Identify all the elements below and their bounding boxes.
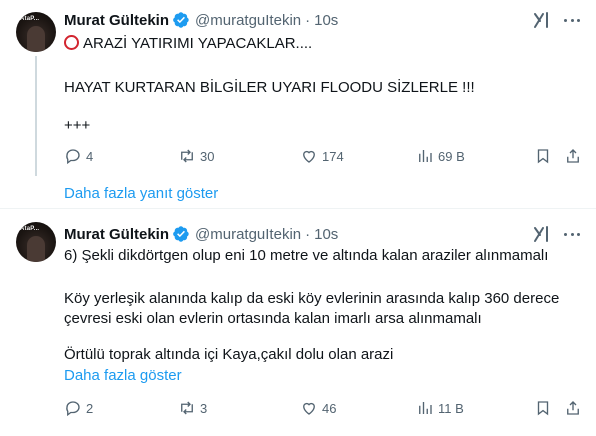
like-count: 46 — [322, 400, 337, 416]
reply-count: 4 — [86, 148, 94, 164]
repost-count: 3 — [200, 400, 208, 416]
avatar[interactable]: AtaP... — [16, 222, 56, 262]
author-handle[interactable]: @muratguItekin — [195, 226, 301, 243]
tweet-line-3: +++ — [64, 117, 91, 134]
share-icon — [567, 149, 579, 163]
red-circle-icon — [64, 35, 79, 50]
views-count: 11 B — [438, 400, 464, 416]
tweet[interactable]: AtaP... Murat Gültekin @muratguItekin · … — [0, 0, 596, 176]
tweet-line-1: ARAZİ YATIRIMI YAPACAKLAR.... — [64, 34, 580, 54]
tweet-line-4: Örtülü toprak altında içi Kaya,çakıl dol… — [64, 346, 394, 363]
tweet-header: Murat Gültekin @muratguItekin · 10s — [64, 224, 338, 244]
views-icon — [419, 402, 432, 414]
verified-badge-icon — [173, 226, 189, 242]
repost-icon — [181, 149, 193, 163]
views-button[interactable]: 69 B — [416, 146, 465, 166]
views-icon — [419, 150, 432, 162]
tweet[interactable]: AtaP... Murat Gültekin @muratguItekin · … — [0, 208, 596, 436]
bookmark-icon — [537, 401, 549, 416]
author-name[interactable]: Murat Gültekin — [64, 226, 169, 243]
reply-button[interactable]: 2 — [64, 398, 93, 418]
views-count: 69 B — [438, 148, 465, 164]
repost-count: 30 — [200, 148, 215, 164]
tweet-actions: 2 3 46 11 B — [60, 398, 586, 418]
avatar[interactable]: AtaP... — [16, 12, 56, 52]
reply-count: 2 — [86, 400, 94, 416]
tweet-header: Murat Gültekin @muratguItekin · 10s — [64, 10, 338, 30]
repost-button[interactable]: 30 — [178, 146, 214, 166]
like-button[interactable]: 174 — [300, 146, 344, 166]
show-more-link[interactable]: Daha fazla göster — [64, 367, 182, 384]
grok-icon[interactable] — [532, 10, 552, 30]
more-options-icon[interactable] — [562, 224, 582, 244]
tweet-line-1: 6) Şekli dikdörtgen olup eni 10 metre ve… — [64, 247, 549, 264]
bookmark-button[interactable] — [534, 398, 552, 418]
author-handle[interactable]: @muratguItekin — [195, 12, 301, 29]
like-button[interactable]: 46 — [300, 398, 336, 418]
show-more-replies-link[interactable]: Daha fazla yanıt göster — [64, 185, 218, 202]
share-icon — [567, 401, 579, 415]
share-button[interactable] — [564, 398, 582, 418]
views-button[interactable]: 11 B — [416, 398, 464, 418]
separator-dot: · — [305, 225, 311, 243]
tweet-actions: 4 30 174 69 B — [60, 146, 586, 166]
separator-dot: · — [305, 11, 311, 29]
repost-button[interactable]: 3 — [178, 398, 207, 418]
tweet-line-2: HAYAT KURTARAN BİLGİLER UYARI FLOODU SİZ… — [64, 79, 475, 96]
timestamp[interactable]: 10s — [314, 12, 338, 29]
avatar-tag: AtaP... — [20, 16, 40, 22]
share-button[interactable] — [564, 146, 582, 166]
reply-icon — [66, 149, 80, 165]
heart-icon — [303, 402, 315, 415]
verified-badge-icon — [173, 12, 189, 28]
repost-icon — [181, 401, 193, 415]
reply-icon — [66, 401, 80, 417]
reply-button[interactable]: 4 — [64, 146, 93, 166]
author-name[interactable]: Murat Gültekin — [64, 12, 169, 29]
grok-icon[interactable] — [532, 224, 552, 244]
tweet-line-3: çevresi eski olan evlerin ortasında kala… — [64, 310, 482, 327]
more-options-icon[interactable] — [562, 10, 582, 30]
avatar-tag: AtaP... — [20, 226, 40, 232]
timestamp[interactable]: 10s — [314, 226, 338, 243]
bookmark-icon — [537, 149, 549, 164]
like-count: 174 — [322, 148, 344, 164]
heart-icon — [303, 150, 315, 163]
tweet-line-2: Köy yerleşik alanında kalıp da eski köy … — [64, 290, 560, 307]
bookmark-button[interactable] — [534, 146, 552, 166]
thread-line — [35, 56, 37, 176]
